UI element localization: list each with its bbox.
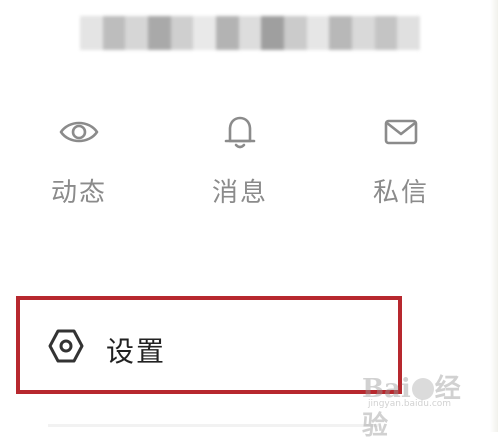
divider xyxy=(48,424,378,427)
watermark-url: jingyan.baidu.com xyxy=(368,399,452,409)
settings-menu-item[interactable]: 设置 xyxy=(16,296,402,394)
watermark: Bai 经验 jingyan.baidu.com xyxy=(362,368,472,441)
paw-icon xyxy=(411,378,434,400)
quick-action-dynamics-label: 动态 xyxy=(50,178,107,208)
quick-action-messages-label: 消息 xyxy=(211,178,268,208)
quick-action-private-messages-label: 私信 xyxy=(372,178,429,208)
mail-icon xyxy=(384,119,418,145)
quick-actions-row: 动态 消息 私信 xyxy=(0,108,498,208)
quick-action-messages[interactable]: 消息 xyxy=(180,108,300,208)
quick-action-dynamics[interactable]: 动态 xyxy=(19,108,139,208)
blurred-username xyxy=(80,16,421,50)
bell-icon xyxy=(224,116,256,149)
eye-icon xyxy=(59,121,99,143)
settings-hexagon-icon xyxy=(48,329,84,363)
quick-action-private-messages[interactable]: 私信 xyxy=(341,108,461,208)
settings-label: 设置 xyxy=(106,335,167,368)
screen-edge xyxy=(490,0,498,432)
